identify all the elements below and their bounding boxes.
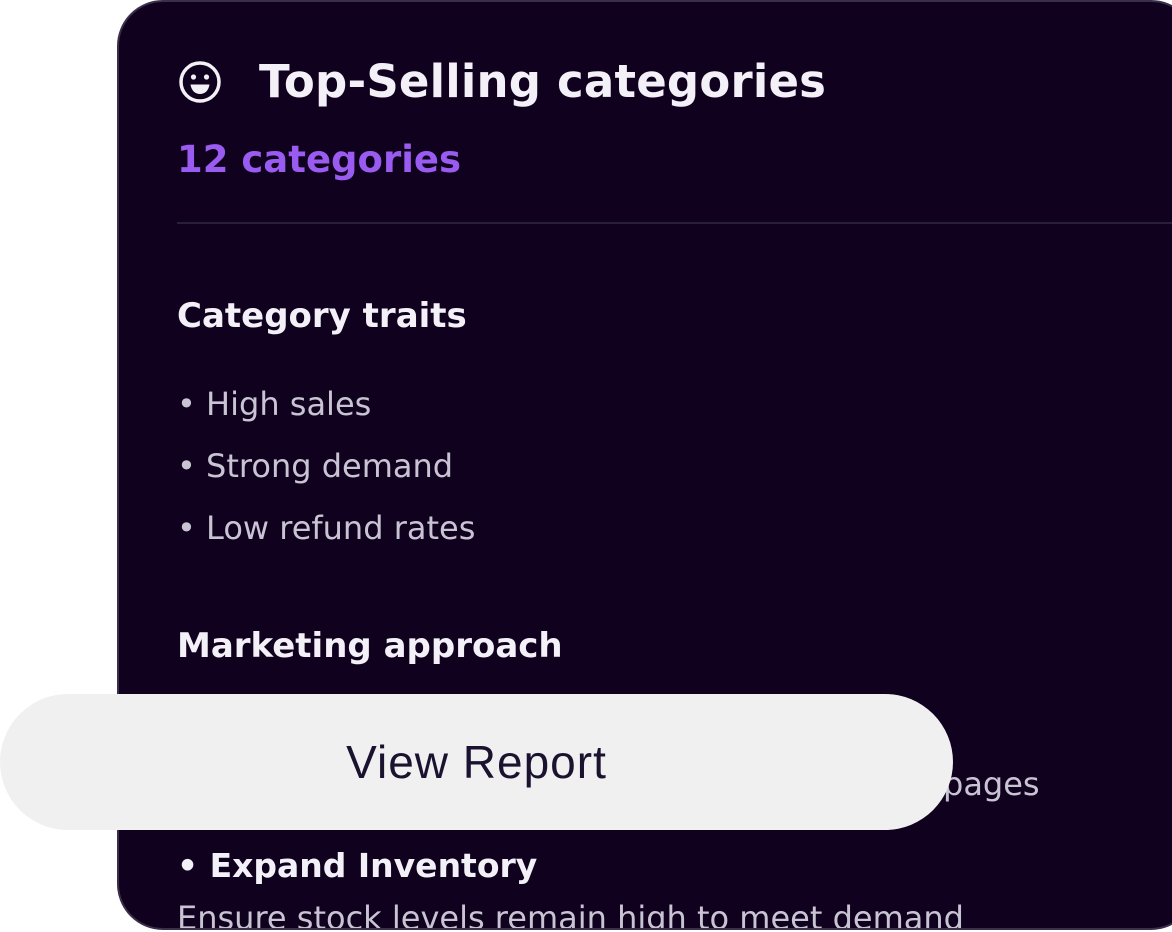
trait-item: • High sales	[177, 385, 372, 423]
view-report-button[interactable]: View Report	[0, 694, 953, 830]
stage: Top-Selling categories 12 categories Cat…	[0, 0, 1172, 932]
trait-item: • Strong demand	[177, 447, 454, 485]
view-report-label: View Report	[346, 736, 607, 788]
card-header: Top-Selling categories	[177, 54, 826, 110]
category-traits-heading: Category traits	[177, 296, 467, 336]
marketing-item-title: • Expand Inventory	[177, 846, 538, 885]
trait-item: • Low refund rates	[177, 509, 476, 547]
marketing-approach-heading: Marketing approach	[177, 626, 563, 666]
category-count: 12 categories	[177, 138, 462, 181]
divider	[177, 222, 1172, 224]
marketing-item-partial-text: pages	[943, 765, 1040, 803]
card-title: Top-Selling categories	[259, 55, 827, 108]
smile-icon	[179, 61, 221, 103]
marketing-item-description: Ensure stock levels remain high to meet …	[177, 899, 964, 930]
